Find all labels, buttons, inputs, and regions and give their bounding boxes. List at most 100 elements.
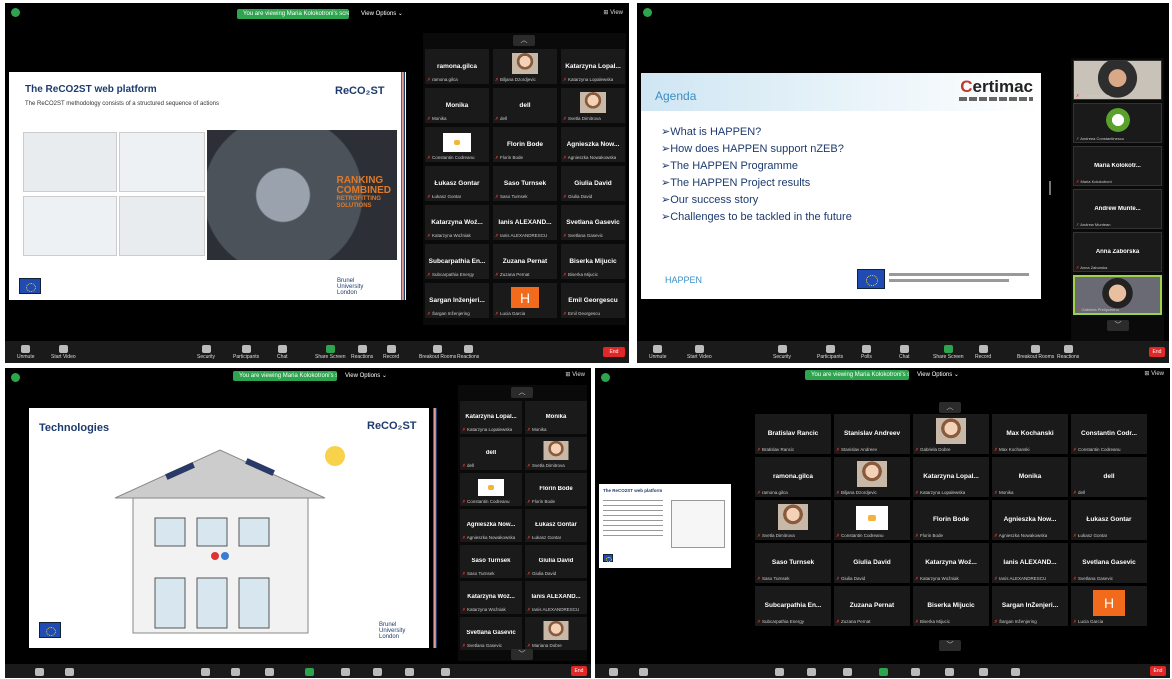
participant-tile[interactable]: ✗ Mariana Dobre [525, 617, 587, 650]
participant-tile[interactable]: ✗ Dr. Ioannis Valta [1073, 60, 1162, 100]
participant-tile[interactable]: dell ✗ dell [1071, 457, 1147, 497]
participant-tile[interactable]: Monika ✗ Monika [425, 88, 489, 123]
toolbar-button[interactable] [979, 668, 988, 677]
toolbar-button[interactable]: Share Screen [315, 345, 346, 360]
participant-tile[interactable]: Agnieszka Now... ✗ Agnieszka Nowakowska [460, 509, 522, 542]
participant-tile[interactable]: ramona.gilca ✗ ramona.gilca [755, 457, 831, 497]
view-options-button[interactable]: View Options ⌄ [345, 371, 387, 381]
gallery-down-icon[interactable]: ﹀ [1107, 320, 1129, 331]
gallery-down-icon[interactable]: ﹀ [511, 649, 533, 660]
participant-tile[interactable]: ✗ Constantin Codreanu [460, 473, 522, 506]
participant-tile[interactable]: ✗ Gabriela Prelipceanu [1073, 275, 1162, 315]
toolbar-button[interactable]: Security [197, 345, 215, 360]
participant-tile[interactable]: H ✗ Lucia Garcia [493, 283, 557, 318]
toolbar-button[interactable] [65, 668, 74, 677]
toolbar-button[interactable]: Unmute [17, 345, 35, 360]
toolbar-button[interactable] [843, 668, 852, 677]
participant-tile[interactable]: Saso Turnsek ✗ Saso Turnsek [755, 543, 831, 583]
end-meeting-button[interactable]: End [1150, 666, 1166, 676]
participant-tile[interactable]: Biserka Mijucic ✗ Biserka Mijucic [561, 244, 625, 279]
participant-tile[interactable]: Łukasz Gontar ✗ Łukasz Gontar [1071, 500, 1147, 540]
participant-tile[interactable]: Katarzyna Woź... ✗ Katarzyna Woźniak [425, 205, 489, 240]
participant-tile[interactable]: Katarzyna Woź... ✗ Katarzyna Woźniak [460, 581, 522, 614]
participant-tile[interactable]: Andrew Munte... ✗ Andrew Muntean [1073, 189, 1162, 229]
participant-tile[interactable]: Anna Zaborska ✗ Anna Zaborska [1073, 232, 1162, 272]
toolbar-button[interactable]: Security [773, 345, 791, 360]
participant-tile[interactable]: Monika ✗ Monika [992, 457, 1068, 497]
toolbar-button[interactable] [639, 668, 648, 677]
participant-tile[interactable]: ✗ Biljana Dzordjevic [834, 457, 910, 497]
participant-tile[interactable]: ✗ Svetla Dimitrova [525, 437, 587, 470]
toolbar-button[interactable]: Share Screen [933, 345, 964, 360]
toolbar-button[interactable]: Record [383, 345, 399, 360]
participant-tile[interactable]: Ianis ALEXAND... ✗ Ianis ALEXANDRESCU [992, 543, 1068, 583]
participant-tile[interactable]: Maria Kolokotr... ✗ Maria Kolokotroni [1073, 146, 1162, 186]
toolbar-button[interactable]: Breakout Rooms [1017, 345, 1054, 360]
gallery-down-icon[interactable]: ﹀ [939, 640, 961, 651]
participant-tile[interactable]: Giulia David ✗ Giulia David [561, 166, 625, 201]
view-mode-button[interactable]: ⊞ View [603, 9, 623, 16]
view-options-button[interactable]: View Options ⌄ [361, 9, 403, 19]
participant-tile[interactable]: Agnieszka Now... ✗ Agnieszka Nowakowska [992, 500, 1068, 540]
participant-tile[interactable]: Subcarpathia En... ✗ Subcarpathia Energy [425, 244, 489, 279]
view-mode-button[interactable]: ⊞ View [565, 371, 585, 378]
participant-tile[interactable]: ✗ Biljana Dzordjevic [493, 49, 557, 84]
participant-tile[interactable]: Max Kochanski ✗ Max Kochanski [992, 414, 1068, 454]
participant-tile[interactable]: ✗ Svetla Dimitrova [561, 88, 625, 123]
participant-tile[interactable]: Stanislav Andreev ✗ Stanislav Andreev [834, 414, 910, 454]
participant-tile[interactable]: Katarzyna Woź... ✗ Katarzyna Woźniak [913, 543, 989, 583]
participant-tile[interactable]: Katarzyna Lopal... ✗ Katarzyna Lopalewska [561, 49, 625, 84]
participant-tile[interactable]: Saso Turnsek ✗ Saso Turnsek [493, 166, 557, 201]
participant-tile[interactable]: Giulia David ✗ Giulia David [525, 545, 587, 578]
participant-tile[interactable]: Katarzyna Lopal... ✗ Katarzyna Lopalewska [460, 401, 522, 434]
participant-tile[interactable]: Giulia David ✗ Giulia David [834, 543, 910, 583]
toolbar-button[interactable]: Chat [899, 345, 910, 360]
toolbar-button[interactable]: Start Video [687, 345, 712, 360]
end-meeting-button[interactable]: End [1149, 347, 1165, 357]
gallery-up-icon[interactable]: ︿ [511, 387, 533, 398]
toolbar-button[interactable] [945, 668, 954, 677]
gallery-up-icon[interactable]: ︿ [513, 35, 535, 46]
participant-tile[interactable]: Svetlana Gasevic ✗ Svetlana Gasevic [460, 617, 522, 650]
toolbar-button[interactable]: Reactions [457, 345, 479, 360]
participant-tile[interactable]: Šargan InŽenjeri... ✗ Šargan Inženjering [992, 586, 1068, 626]
toolbar-button[interactable] [201, 668, 210, 677]
participant-tile[interactable]: ✗ Constantin Codreanu [834, 500, 910, 540]
toolbar-button[interactable] [911, 668, 920, 677]
toolbar-button[interactable] [265, 668, 274, 677]
participant-tile[interactable]: Subcarpathia En... ✗ Subcarpathia Energy [755, 586, 831, 626]
view-mode-button[interactable]: ⊞ View [1144, 370, 1164, 377]
participant-tile[interactable]: Monika ✗ Monika [525, 401, 587, 434]
participant-tile[interactable]: Ianis ALEXAND... ✗ Ianis ALEXANDRESCU [525, 581, 587, 614]
toolbar-button[interactable] [807, 668, 816, 677]
toolbar-button[interactable] [305, 668, 314, 677]
participant-tile[interactable]: Constantin Codr... ✗ Constantin Codreanu [1071, 414, 1147, 454]
participant-tile[interactable]: Šargan Inženjeri... ✗ Šargan Inženjering [425, 283, 489, 318]
participant-tile[interactable]: Biserka Mijucic ✗ Biserka Mijucic [913, 586, 989, 626]
participant-tile[interactable]: dell ✗ dell [460, 437, 522, 470]
toolbar-button[interactable] [341, 668, 350, 677]
participant-tile[interactable]: Agnieszka Now... ✗ Agnieszka Nowakowska [561, 127, 625, 162]
toolbar-button[interactable] [609, 668, 618, 677]
gallery-up-icon[interactable]: ︿ [939, 402, 961, 413]
participant-tile[interactable]: Ianis ALEXAND... ✗ Ianis ALEXANDRESCU [493, 205, 557, 240]
toolbar-button[interactable] [879, 668, 888, 677]
toolbar-button[interactable]: Participants [233, 345, 259, 360]
toolbar-button[interactable]: Breakout Rooms [419, 345, 456, 360]
participant-tile[interactable]: ✗ Svetla Dimitrova [755, 500, 831, 540]
toolbar-button[interactable]: Reactions [351, 345, 373, 360]
participant-tile[interactable]: Emil Georgescu ✗ Emil Georgescu [561, 283, 625, 318]
participant-tile[interactable]: ✗ Gabriela Dobre [913, 414, 989, 454]
toolbar-button[interactable] [775, 668, 784, 677]
end-meeting-button[interactable]: End [571, 666, 587, 676]
toolbar-button[interactable] [441, 668, 450, 677]
participant-tile[interactable]: Florin Bode ✗ Florin Bode [525, 473, 587, 506]
toolbar-button[interactable]: Record [975, 345, 991, 360]
splitter-handle[interactable] [1049, 181, 1051, 195]
toolbar-button[interactable]: Start Video [51, 345, 76, 360]
toolbar-button[interactable] [405, 668, 414, 677]
toolbar-button[interactable] [35, 668, 44, 677]
participant-tile[interactable]: Zuzana Pernat ✗ Zuzana Pernat [493, 244, 557, 279]
participant-tile[interactable]: Katarzyna Lopal... ✗ Katarzyna Lopalewska [913, 457, 989, 497]
toolbar-button[interactable]: Unmute [649, 345, 667, 360]
